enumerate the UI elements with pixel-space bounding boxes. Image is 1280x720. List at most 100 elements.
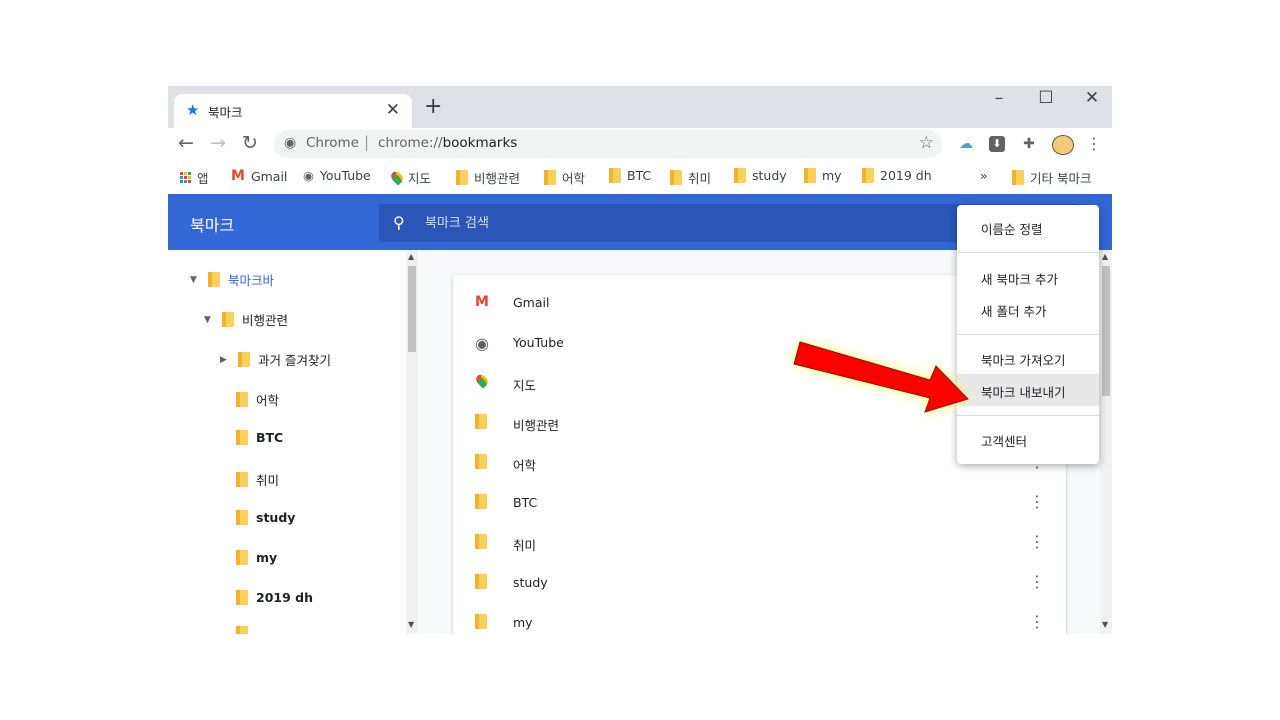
tree-item-bookmarks-bar[interactable]: ▼ 북마크바	[190, 270, 274, 289]
bookmark-folder[interactable]: BTC	[609, 168, 651, 183]
back-icon[interactable]: ←	[178, 132, 194, 154]
bookmark-label: 어학	[562, 171, 586, 186]
bookmark-maps[interactable]: 지도	[388, 168, 431, 187]
maps-icon	[388, 169, 406, 186]
scrollbar-thumb[interactable]	[1102, 266, 1110, 396]
list-item-label: 취미	[513, 538, 537, 553]
main-scrollbar[interactable]: ▲ ▼	[1100, 250, 1112, 634]
tree-item-folder[interactable]: study	[218, 510, 295, 525]
bookmark-folder[interactable]: my	[804, 168, 842, 183]
menu-item-label: 북마크 가져오기	[981, 353, 1066, 368]
bookmark-label: 2019 dh	[880, 168, 932, 183]
maps-icon	[473, 372, 491, 389]
bookmark-label: 앱	[197, 171, 209, 186]
apps-icon	[180, 172, 191, 183]
bookmark-folder[interactable]: 비행관련	[456, 168, 520, 187]
more-actions-icon[interactable]: ⋮	[1029, 612, 1045, 631]
list-item-label: BTC	[513, 495, 538, 510]
folder-icon	[236, 550, 248, 565]
tab-bookmarks[interactable]: ★ 북마크 ✕	[174, 94, 412, 128]
tree-item-folder[interactable]: 취미	[218, 470, 279, 489]
gmail-icon: M	[231, 168, 245, 184]
folder-icon	[475, 414, 487, 429]
menu-icon[interactable]: ⋮	[1086, 136, 1102, 152]
scroll-down-icon[interactable]: ▼	[408, 620, 414, 629]
bookmark-folder[interactable]: 어학	[544, 168, 585, 187]
globe-icon: ◉	[475, 334, 489, 353]
bookmark-folder[interactable]: 2019 dh	[862, 168, 932, 183]
more-actions-icon[interactable]: ⋮	[1029, 532, 1045, 551]
tree-label: 어학	[256, 393, 280, 408]
toolbar: ← → ↻ ◉ Chrome | chrome://bookmarks ☆ ☁ …	[168, 128, 1112, 162]
tree-label: my	[256, 550, 278, 565]
avatar[interactable]	[1052, 135, 1074, 155]
list-item-label: 지도	[513, 378, 537, 393]
bookmark-folder[interactable]: study	[734, 168, 787, 183]
new-tab-button[interactable]: +	[424, 94, 442, 119]
bookmark-youtube[interactable]: ◉ YouTube	[303, 168, 371, 183]
menu-item-label: 고객센터	[981, 434, 1028, 449]
maximize-icon[interactable]: ☐	[1031, 88, 1061, 108]
tree-label: 비행관련	[242, 313, 289, 328]
list-item[interactable]: BTC ⋮	[453, 483, 1066, 523]
tree-item-folder[interactable]: my	[218, 550, 277, 565]
reload-icon[interactable]: ↻	[242, 132, 258, 154]
tree-label: 취미	[256, 473, 280, 488]
more-actions-icon[interactable]: ⋮	[1029, 492, 1045, 511]
bookmark-folder[interactable]: 취미	[670, 168, 711, 187]
list-item-label: Gmail	[513, 295, 550, 310]
scroll-up-icon[interactable]: ▲	[1102, 252, 1108, 261]
bookmark-star-icon[interactable]: ☆	[919, 133, 934, 153]
menu-divider	[957, 252, 1099, 253]
page-title: 북마크	[190, 216, 235, 235]
tab-close-icon[interactable]: ✕	[386, 100, 400, 120]
more-actions-icon[interactable]: ⋮	[1029, 572, 1045, 591]
chrome-icon: ◉	[284, 135, 297, 151]
folder-icon	[236, 590, 248, 605]
menu-item-label: 새 북마크 추가	[981, 272, 1058, 287]
omnibox[interactable]: ◉ Chrome | chrome://bookmarks ☆	[274, 130, 942, 158]
tree-item-folder[interactable]: 2019 dh	[218, 590, 313, 605]
tree-label: 북마크바	[228, 273, 275, 288]
star-icon: ★	[186, 101, 200, 119]
tree-label: BTC	[256, 430, 284, 445]
bookmark-gmail[interactable]: M Gmail	[231, 168, 287, 184]
folder-icon	[236, 430, 248, 445]
omnibox-url[interactable]: chrome://bookmarks	[378, 135, 517, 151]
caret-down-icon[interactable]: ▼	[190, 275, 200, 285]
folder-icon	[670, 170, 682, 185]
tree-item-folder-partial[interactable]	[218, 626, 248, 634]
folder-tree: ▼ 북마크바 ▼ 비행관련 ▶ 과거 즐겨찾기 어학 BTC 취미 study …	[168, 250, 420, 634]
list-item[interactable]: 취미 ⋮	[453, 523, 1066, 563]
tree-item-folder[interactable]: BTC	[218, 430, 283, 445]
forward-icon[interactable]: →	[210, 132, 226, 154]
menu-item-label: 북마크 내보내기	[981, 385, 1066, 400]
tree-item-folder[interactable]: ▼ 비행관련	[204, 310, 288, 329]
scroll-down-icon[interactable]: ▼	[1102, 620, 1108, 629]
menu-item-add-bookmark[interactable]: 새 북마크 추가	[957, 261, 1099, 293]
search-input[interactable]	[423, 212, 1027, 234]
cloud-extension-icon[interactable]: ☁	[958, 136, 974, 152]
scroll-up-icon[interactable]: ▲	[408, 252, 414, 261]
close-window-icon[interactable]: ✕	[1077, 88, 1107, 108]
download-extension-icon[interactable]: ⬇	[989, 136, 1005, 152]
list-item[interactable]: study ⋮	[453, 563, 1066, 603]
caret-right-icon[interactable]: ▶	[220, 355, 230, 365]
other-bookmarks[interactable]: 기타 북마크	[1012, 168, 1091, 187]
sidebar-scrollbar[interactable]: ▲ ▼	[406, 250, 418, 634]
list-item-label: 어학	[513, 458, 537, 473]
puzzle-icon[interactable]: ✚	[1021, 136, 1037, 152]
bookmark-apps[interactable]: 앱	[180, 168, 209, 187]
scrollbar-thumb[interactable]	[408, 266, 416, 352]
folder-icon	[236, 510, 248, 525]
list-item-label: study	[513, 575, 548, 590]
tree-item-folder[interactable]: 어학	[218, 390, 279, 409]
minimize-icon[interactable]: –	[984, 88, 1014, 108]
tab-strip: ★ 북마크 ✕ + – ☐ ✕	[168, 86, 1112, 128]
tree-item-folder[interactable]: ▶ 과거 즐겨찾기	[220, 350, 331, 369]
url-path: bookmarks	[442, 135, 518, 151]
bookmarks-overflow-button[interactable]: »	[980, 168, 988, 183]
menu-item-sort-by-name[interactable]: 이름순 정렬	[957, 211, 1099, 243]
caret-down-icon[interactable]: ▼	[204, 315, 214, 325]
list-item[interactable]: my ⋮	[453, 603, 1066, 634]
